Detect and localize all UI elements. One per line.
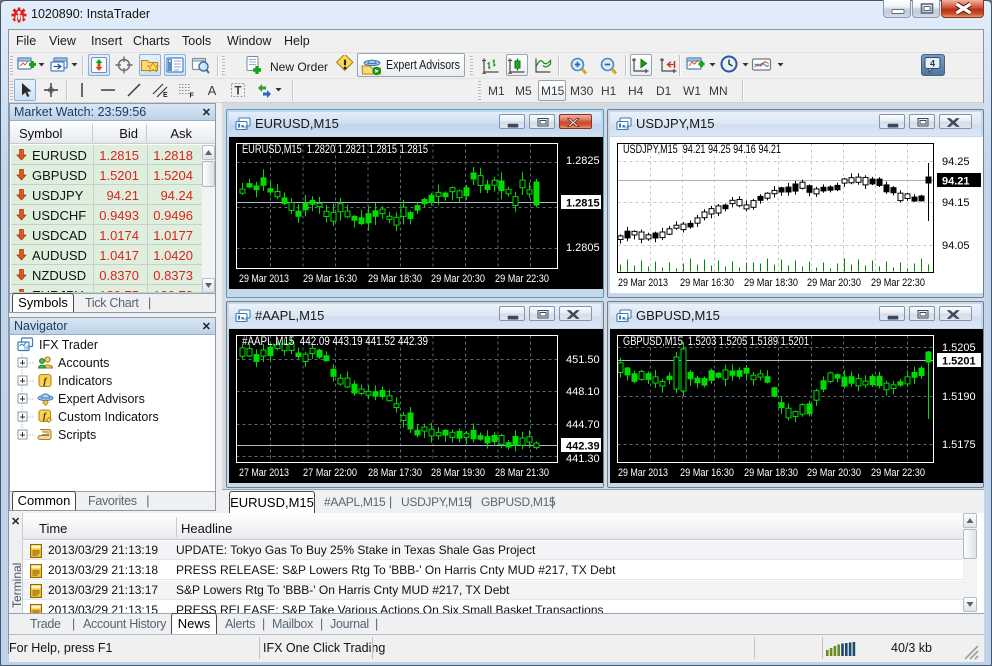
svg-text:1.5205: 1.5205 [942,342,976,354]
svg-text:M: M [624,125,628,130]
svg-text:444.70: 444.70 [566,419,600,431]
svg-text:441.30: 441.30 [566,453,600,465]
svg-text:M: M [24,346,28,352]
svg-text:442.39: 442.39 [566,441,600,453]
svg-text:448.10: 448.10 [566,386,600,398]
svg-text:29 Mar 2013: 29 Mar 2013 [618,277,668,289]
svg-text:Expert Advisors: Expert Advisors [386,58,460,72]
svg-text:28 Mar 21:30: 28 Mar 21:30 [495,467,549,479]
svg-text:29 Mar 22:30: 29 Mar 22:30 [871,467,925,479]
svg-text:29 Mar 20:30: 29 Mar 20:30 [807,277,861,289]
svg-text:M: M [243,317,247,322]
svg-text:27 Mar 22:00: 27 Mar 22:00 [303,467,357,479]
svg-text:94.21: 94.21 [942,176,970,188]
svg-text:EURUSD,M15 1.2820 1.2821 1.28: EURUSD,M15 1.2820 1.2821 1.2815 1.2815 [242,144,428,156]
svg-text:28 Mar 19:30: 28 Mar 19:30 [431,467,485,479]
svg-text:29 Mar 18:30: 29 Mar 18:30 [368,273,422,285]
svg-text:28 Mar 17:30: 28 Mar 17:30 [368,467,422,479]
svg-text:29 Mar 2013: 29 Mar 2013 [239,273,289,285]
svg-text:GBPUSD,M15 1.5203 1.5205 1.51: GBPUSD,M15 1.5203 1.5205 1.5189 1.5201 [623,336,809,348]
svg-text:M: M [624,317,628,322]
svg-text:1.2805: 1.2805 [566,242,600,254]
svg-text:F: F [190,93,195,100]
svg-text:29 Mar 16:30: 29 Mar 16:30 [680,467,734,479]
svg-text:T: T [234,86,241,98]
svg-text:USDJPY,M15 94.21 94.25 94.16: USDJPY,M15 94.21 94.25 94.16 94.21 [623,144,781,156]
svg-text:29 Mar 22:30: 29 Mar 22:30 [871,277,925,289]
svg-text:1.5201: 1.5201 [942,356,976,368]
svg-text:29 Mar 20:30: 29 Mar 20:30 [431,273,485,285]
svg-text:94.15: 94.15 [942,197,970,209]
svg-text:#AAPL,M15 442.09 443.19 441.5: #AAPL,M15 442.09 443.19 441.52 442.39 [242,336,428,348]
svg-text:1.5190: 1.5190 [942,391,976,403]
svg-text:29 Mar 18:30: 29 Mar 18:30 [744,467,798,479]
svg-text:A: A [208,83,217,98]
svg-text:94.25: 94.25 [942,156,970,168]
svg-text:E: E [163,92,168,99]
svg-text:M: M [243,125,247,130]
svg-text:94.05: 94.05 [942,240,970,252]
svg-text:29 Mar 20:30: 29 Mar 20:30 [807,467,861,479]
svg-text:29 Mar 16:30: 29 Mar 16:30 [303,273,357,285]
svg-text:27 Mar 2013: 27 Mar 2013 [239,467,289,479]
svg-text:29 Mar 22:30: 29 Mar 22:30 [495,273,549,285]
svg-text:29 Mar 16:30: 29 Mar 16:30 [680,277,734,289]
svg-text:29 Mar 18:30: 29 Mar 18:30 [744,277,798,289]
svg-text:451.50: 451.50 [566,354,600,366]
svg-text:4: 4 [930,59,935,69]
svg-text:1.5175: 1.5175 [942,439,976,451]
svg-text:29 Mar 2013: 29 Mar 2013 [618,467,668,479]
svg-text:1.2815: 1.2815 [566,198,600,210]
svg-text:1.2825: 1.2825 [566,155,600,167]
